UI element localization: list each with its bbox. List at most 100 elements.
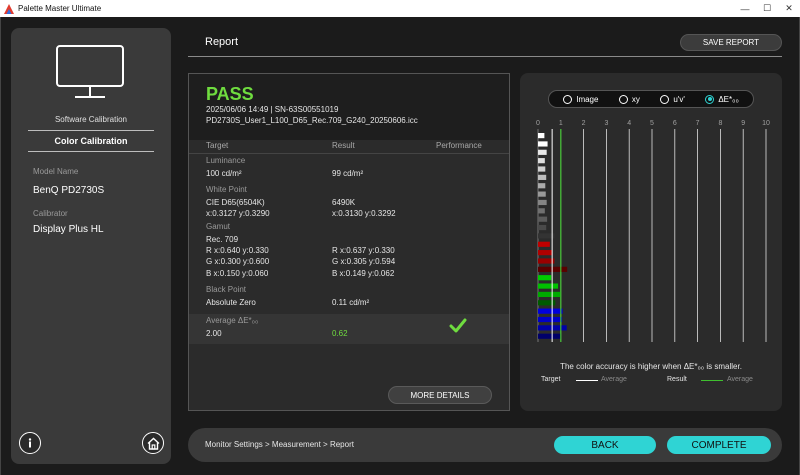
delta-e-bar (538, 300, 556, 306)
title-bar: Palette Master Ultimate — ☐ ✕ (0, 0, 800, 17)
delta-e-bar (538, 316, 563, 323)
delta-e-bar (538, 158, 545, 164)
luminance-target: 100 cd/m² (206, 169, 242, 178)
legend-result-average: Average (727, 376, 753, 383)
table-divider (189, 153, 509, 154)
breadcrumb: Monitor Settings > Measurement > Report (205, 440, 354, 449)
delta-e-bar (538, 141, 548, 147)
legend-result-label: Result (667, 376, 687, 383)
legend-result-line (701, 380, 723, 381)
delta-e-bar-chart: 0 1 2 3 4 5 6 7 8 9 10 (536, 120, 770, 342)
average-delta-e-label: Average ΔE*₀₀ (206, 316, 259, 325)
model-name-value: BenQ PD2730S (33, 185, 105, 196)
delta-e-bar (538, 199, 547, 206)
x-tick-label: 3 (604, 120, 608, 127)
delta-e-bar (538, 333, 561, 339)
divider (28, 151, 154, 152)
white-point-target: CIE D65(6504K) (206, 198, 265, 207)
x-tick-label: 4 (627, 120, 631, 127)
x-tick-label: 1 (559, 120, 563, 127)
sidebar: Software Calibration Color Calibration M… (11, 28, 171, 464)
close-button[interactable]: ✕ (778, 0, 800, 17)
complete-button[interactable]: COMPLETE (667, 436, 771, 454)
report-panel: PASS 2025/06/06 14:49 | SN-63S00551019 P… (188, 73, 510, 411)
gamut-target-g: G x:0.300 y:0.600 (206, 257, 270, 266)
delta-e-bar (538, 283, 559, 289)
x-tick-label: 9 (741, 120, 745, 127)
delta-e-bar (538, 183, 546, 189)
report-header: PASS 2025/06/06 14:49 | SN-63S00551019 P… (189, 74, 509, 140)
chart-note: The color accuracy is higher when ΔE*₀₀ … (560, 362, 742, 371)
info-icon (28, 438, 32, 448)
bottom-bar: Monitor Settings > Measurement > Report … (188, 428, 782, 462)
color-calibration-label[interactable]: Color Calibration (11, 136, 171, 146)
maximize-button[interactable]: ☐ (756, 0, 778, 17)
app-logo-icon (4, 3, 14, 14)
luminance-label: Luminance (206, 156, 246, 165)
back-button[interactable]: BACK (554, 436, 656, 454)
black-point-label: Black Point (206, 285, 247, 294)
legend-target-line (576, 380, 598, 381)
delta-e-bar (538, 308, 563, 314)
page-title: Report (205, 36, 239, 48)
delta-e-bar (538, 191, 546, 197)
luminance-result: 99 cd/m² (332, 169, 364, 178)
gamut-target-r: R x:0.640 y:0.330 (206, 246, 269, 255)
white-point-result-xy: x:0.3130 y:0.3292 (332, 209, 396, 218)
column-target: Target (206, 141, 229, 150)
more-details-button[interactable]: MORE DETAILS (388, 386, 492, 404)
x-tick-label: 8 (718, 120, 722, 127)
average-delta-e-result: 0.62 (332, 329, 348, 338)
software-calibration-label[interactable]: Software Calibration (11, 115, 171, 124)
pass-status: PASS (206, 84, 254, 104)
calibrator-label: Calibrator (33, 209, 68, 218)
white-point-result: 6490K (332, 198, 356, 207)
x-tick-label: 2 (582, 120, 586, 127)
gamut-target-standard: Rec. 709 (206, 235, 239, 244)
save-report-button[interactable]: SAVE REPORT (680, 34, 782, 51)
report-date-serial: 2025/06/06 14:49 | SN-63S00551019 (206, 105, 339, 114)
average-delta-e-target: 2.00 (206, 329, 222, 338)
delta-e-bar (538, 275, 552, 281)
average-delta-e-row: Average ΔE*₀₀ 2.00 0.62 (189, 314, 509, 344)
home-button[interactable] (142, 432, 164, 454)
white-point-label: White Point (206, 185, 247, 194)
delta-e-bar (538, 149, 547, 155)
x-tick-label: 5 (650, 120, 654, 127)
delta-e-bar (538, 166, 546, 172)
delta-e-chart-panel: Image xy u'v' ΔE*₀₀ 0 1 2 3 4 5 6 7 8 9 10 The col… (520, 73, 782, 411)
gamut-result-g: G x:0.305 y:0.594 (332, 257, 396, 266)
calibrator-value: Display Plus HL (33, 224, 104, 235)
x-tick-label: 7 (696, 120, 700, 127)
model-name-label: Model Name (33, 167, 79, 176)
monitor-icon (56, 45, 124, 98)
delta-e-bar (538, 133, 545, 139)
delta-e-bar (538, 224, 547, 231)
delta-e-bar (538, 216, 548, 222)
gamut-target-b: B x:0.150 y:0.060 (206, 269, 269, 278)
legend-target-label: Target (541, 376, 561, 383)
header-divider (188, 56, 782, 57)
gamut-result-b: B x:0.149 y:0.062 (332, 269, 395, 278)
delta-e-bar (538, 241, 550, 247)
report-profile-name: PD2730S_User1_L100_D65_Rec.709_G240_2025… (206, 116, 418, 125)
delta-e-bar (538, 174, 547, 180)
delta-e-bar (538, 250, 553, 256)
divider (28, 130, 154, 131)
gamut-label: Gamut (206, 222, 231, 231)
delta-e-bar (538, 208, 545, 214)
black-point-result: 0.11 cd/m² (332, 298, 370, 307)
gamut-result-r: R x:0.637 y:0.330 (332, 246, 395, 255)
legend-target-average: Average (601, 376, 627, 383)
x-tick-label: 10 (762, 120, 770, 127)
x-tick-label: 0 (536, 120, 540, 127)
home-icon (147, 437, 159, 450)
window-title: Palette Master Ultimate (18, 4, 102, 13)
white-point-target-xy: x:0.3127 y:0.3290 (206, 209, 270, 218)
black-point-target: Absolute Zero (206, 298, 256, 307)
x-tick-label: 6 (673, 120, 677, 127)
column-performance: Performance (436, 141, 482, 150)
minimize-button[interactable]: — (734, 0, 756, 17)
info-button[interactable] (19, 432, 41, 454)
delta-e-bar (538, 291, 561, 298)
